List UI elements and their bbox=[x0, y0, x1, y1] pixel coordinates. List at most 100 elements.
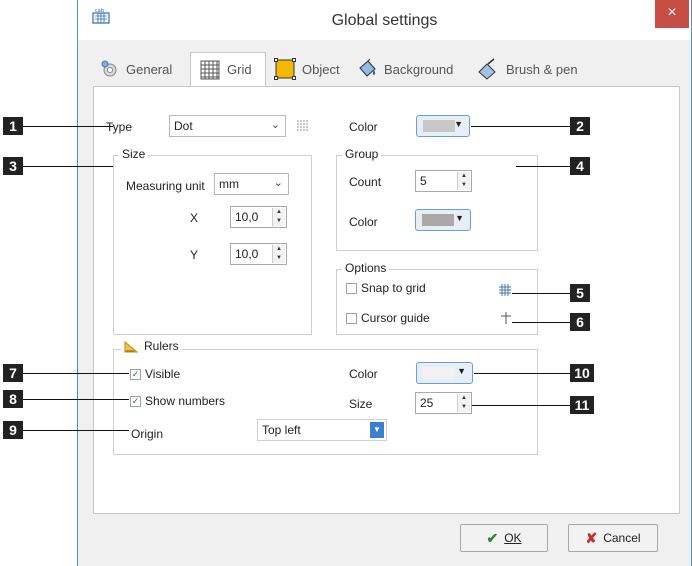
callout-1: 1 bbox=[3, 117, 23, 135]
x-value: 10,0 bbox=[235, 210, 259, 224]
count-label: Count bbox=[349, 175, 382, 189]
y-label: Y bbox=[190, 248, 199, 262]
object-icon bbox=[274, 58, 296, 80]
measuring-unit-select[interactable]: mm ⌄ bbox=[214, 173, 289, 195]
type-select-value: Dot bbox=[174, 119, 193, 133]
callout-line-3 bbox=[23, 166, 113, 167]
snap-to-grid-label: Snap to grid bbox=[361, 281, 426, 295]
rulers-group-header: Rulers bbox=[121, 339, 182, 353]
type-select[interactable]: Dot ⌄ bbox=[169, 115, 286, 137]
callout-line-1 bbox=[23, 126, 113, 127]
ok-button-label: OK bbox=[504, 531, 522, 545]
measuring-unit-label: Measuring unit bbox=[126, 179, 205, 193]
group-color-button[interactable]: ▼ bbox=[415, 209, 471, 231]
arrow-down-icon[interactable]: ▼ bbox=[458, 403, 470, 412]
window-title: Global settings bbox=[331, 12, 438, 29]
callout-line-6 bbox=[512, 322, 570, 323]
close-button[interactable]: × bbox=[655, 0, 689, 28]
callout-line-2 bbox=[471, 126, 570, 127]
y-value: 10,0 bbox=[235, 247, 259, 261]
callout-5: 5 bbox=[570, 284, 590, 302]
callout-line-4 bbox=[516, 166, 570, 167]
callout-3: 3 bbox=[3, 157, 23, 175]
tab-general[interactable]: General bbox=[100, 52, 172, 86]
tab-object[interactable]: Object bbox=[274, 52, 340, 86]
y-stepper[interactable]: 10,0 ▲ ▼ bbox=[230, 243, 287, 265]
arrow-down-icon[interactable]: ▼ bbox=[273, 254, 285, 263]
count-stepper[interactable]: 5 ▲ ▼ bbox=[415, 170, 472, 192]
snap-to-grid-checkbox[interactable]: Snap to grid bbox=[346, 281, 426, 295]
type-label: Type bbox=[106, 120, 133, 134]
ruler-size-label: Size bbox=[349, 397, 373, 411]
origin-label: Origin bbox=[131, 427, 164, 441]
cursor-guide-label: Cursor guide bbox=[361, 311, 430, 325]
ok-button[interactable]: ✔ OK bbox=[460, 524, 548, 552]
callout-11: 11 bbox=[570, 396, 594, 414]
ruler-color-label: Color bbox=[349, 367, 378, 381]
callout-7: 7 bbox=[3, 364, 23, 382]
arrow-up-icon[interactable]: ▲ bbox=[273, 208, 285, 217]
arrow-up-icon[interactable]: ▲ bbox=[273, 245, 285, 254]
group-color-label: Color bbox=[349, 215, 378, 229]
arrow-down-icon[interactable]: ▼ bbox=[273, 217, 285, 226]
arrow-up-icon[interactable]: ▲ bbox=[458, 394, 470, 403]
snap-grid-icon bbox=[499, 284, 511, 296]
caret-down-icon: ▼ bbox=[457, 366, 466, 376]
rulers-group-label: Rulers bbox=[144, 339, 179, 353]
callout-line-7 bbox=[23, 373, 129, 374]
tab-general-label: General bbox=[126, 61, 173, 77]
tab-object-label: Object bbox=[302, 61, 340, 77]
tab-brush-pen[interactable]: Brush & pen bbox=[476, 52, 578, 86]
checkmark-icon: ✓ bbox=[130, 395, 141, 407]
ruler-color-swatch bbox=[423, 367, 455, 379]
cancel-button-label: Cancel bbox=[603, 531, 641, 545]
tab-background-label: Background bbox=[384, 61, 454, 77]
grid-tab-panel: Type Dot ⌄ Color ▼ Size Measuring unit m… bbox=[93, 86, 680, 514]
cursor-guide-checkbox[interactable]: Cursor guide bbox=[346, 311, 430, 325]
dot-grid-icon bbox=[297, 120, 308, 131]
title-bar: cab Global settings × bbox=[78, 0, 691, 40]
arrow-up-icon[interactable]: ▲ bbox=[458, 172, 470, 181]
caret-down-icon: ▼ bbox=[455, 213, 464, 223]
cancel-button[interactable]: ✘ Cancel bbox=[568, 524, 658, 552]
group-color-swatch bbox=[422, 214, 454, 226]
group-group-label: Group bbox=[342, 147, 382, 161]
tab-brush-pen-label: Brush & pen bbox=[506, 61, 578, 77]
tab-grid-label: Grid bbox=[227, 62, 252, 77]
ruler-icon bbox=[124, 340, 139, 353]
arrow-down-icon[interactable]: ▼ bbox=[458, 181, 470, 190]
checkbox-box bbox=[346, 312, 357, 324]
ruler-size-stepper[interactable]: 25 ▲ ▼ bbox=[415, 392, 472, 414]
show-numbers-label: Show numbers bbox=[145, 394, 226, 408]
grid-color-button[interactable]: ▼ bbox=[416, 115, 470, 137]
checkbox-box bbox=[346, 282, 357, 294]
checkmark-icon: ✓ bbox=[130, 368, 141, 380]
count-value: 5 bbox=[420, 174, 427, 188]
chevron-down-icon: ⌄ bbox=[270, 119, 280, 131]
caret-down-icon: ▼ bbox=[454, 119, 463, 129]
callout-10: 10 bbox=[570, 364, 594, 382]
gear-icon bbox=[101, 60, 117, 77]
ruler-color-button[interactable]: ▼ bbox=[416, 362, 473, 384]
measuring-unit-value: mm bbox=[219, 177, 239, 191]
settings-window: cab Global settings × General Grid Objec… bbox=[77, 0, 692, 566]
caret-down-icon: ▼ bbox=[370, 422, 384, 438]
origin-value: Top left bbox=[262, 423, 301, 437]
cross-icon: ✘ bbox=[585, 529, 598, 546]
callout-line-8 bbox=[23, 399, 129, 400]
crosshair-icon bbox=[501, 312, 511, 324]
checkmark-icon: ✔ bbox=[486, 529, 499, 546]
callout-line-10 bbox=[474, 373, 570, 374]
callout-4: 4 bbox=[570, 157, 590, 175]
brush-pen-icon bbox=[478, 58, 496, 80]
callout-6: 6 bbox=[570, 313, 590, 331]
origin-select[interactable]: Top left ▼ bbox=[257, 419, 387, 441]
options-group-label: Options bbox=[342, 261, 390, 275]
tab-grid[interactable]: Grid bbox=[190, 52, 266, 86]
x-stepper[interactable]: 10,0 ▲ ▼ bbox=[230, 206, 287, 228]
callout-line-11 bbox=[472, 405, 570, 406]
callout-line-9 bbox=[23, 430, 129, 431]
visible-checkbox[interactable]: ✓ Visible bbox=[130, 367, 180, 381]
tab-background[interactable]: Background bbox=[356, 52, 453, 86]
show-numbers-checkbox[interactable]: ✓ Show numbers bbox=[130, 394, 225, 408]
